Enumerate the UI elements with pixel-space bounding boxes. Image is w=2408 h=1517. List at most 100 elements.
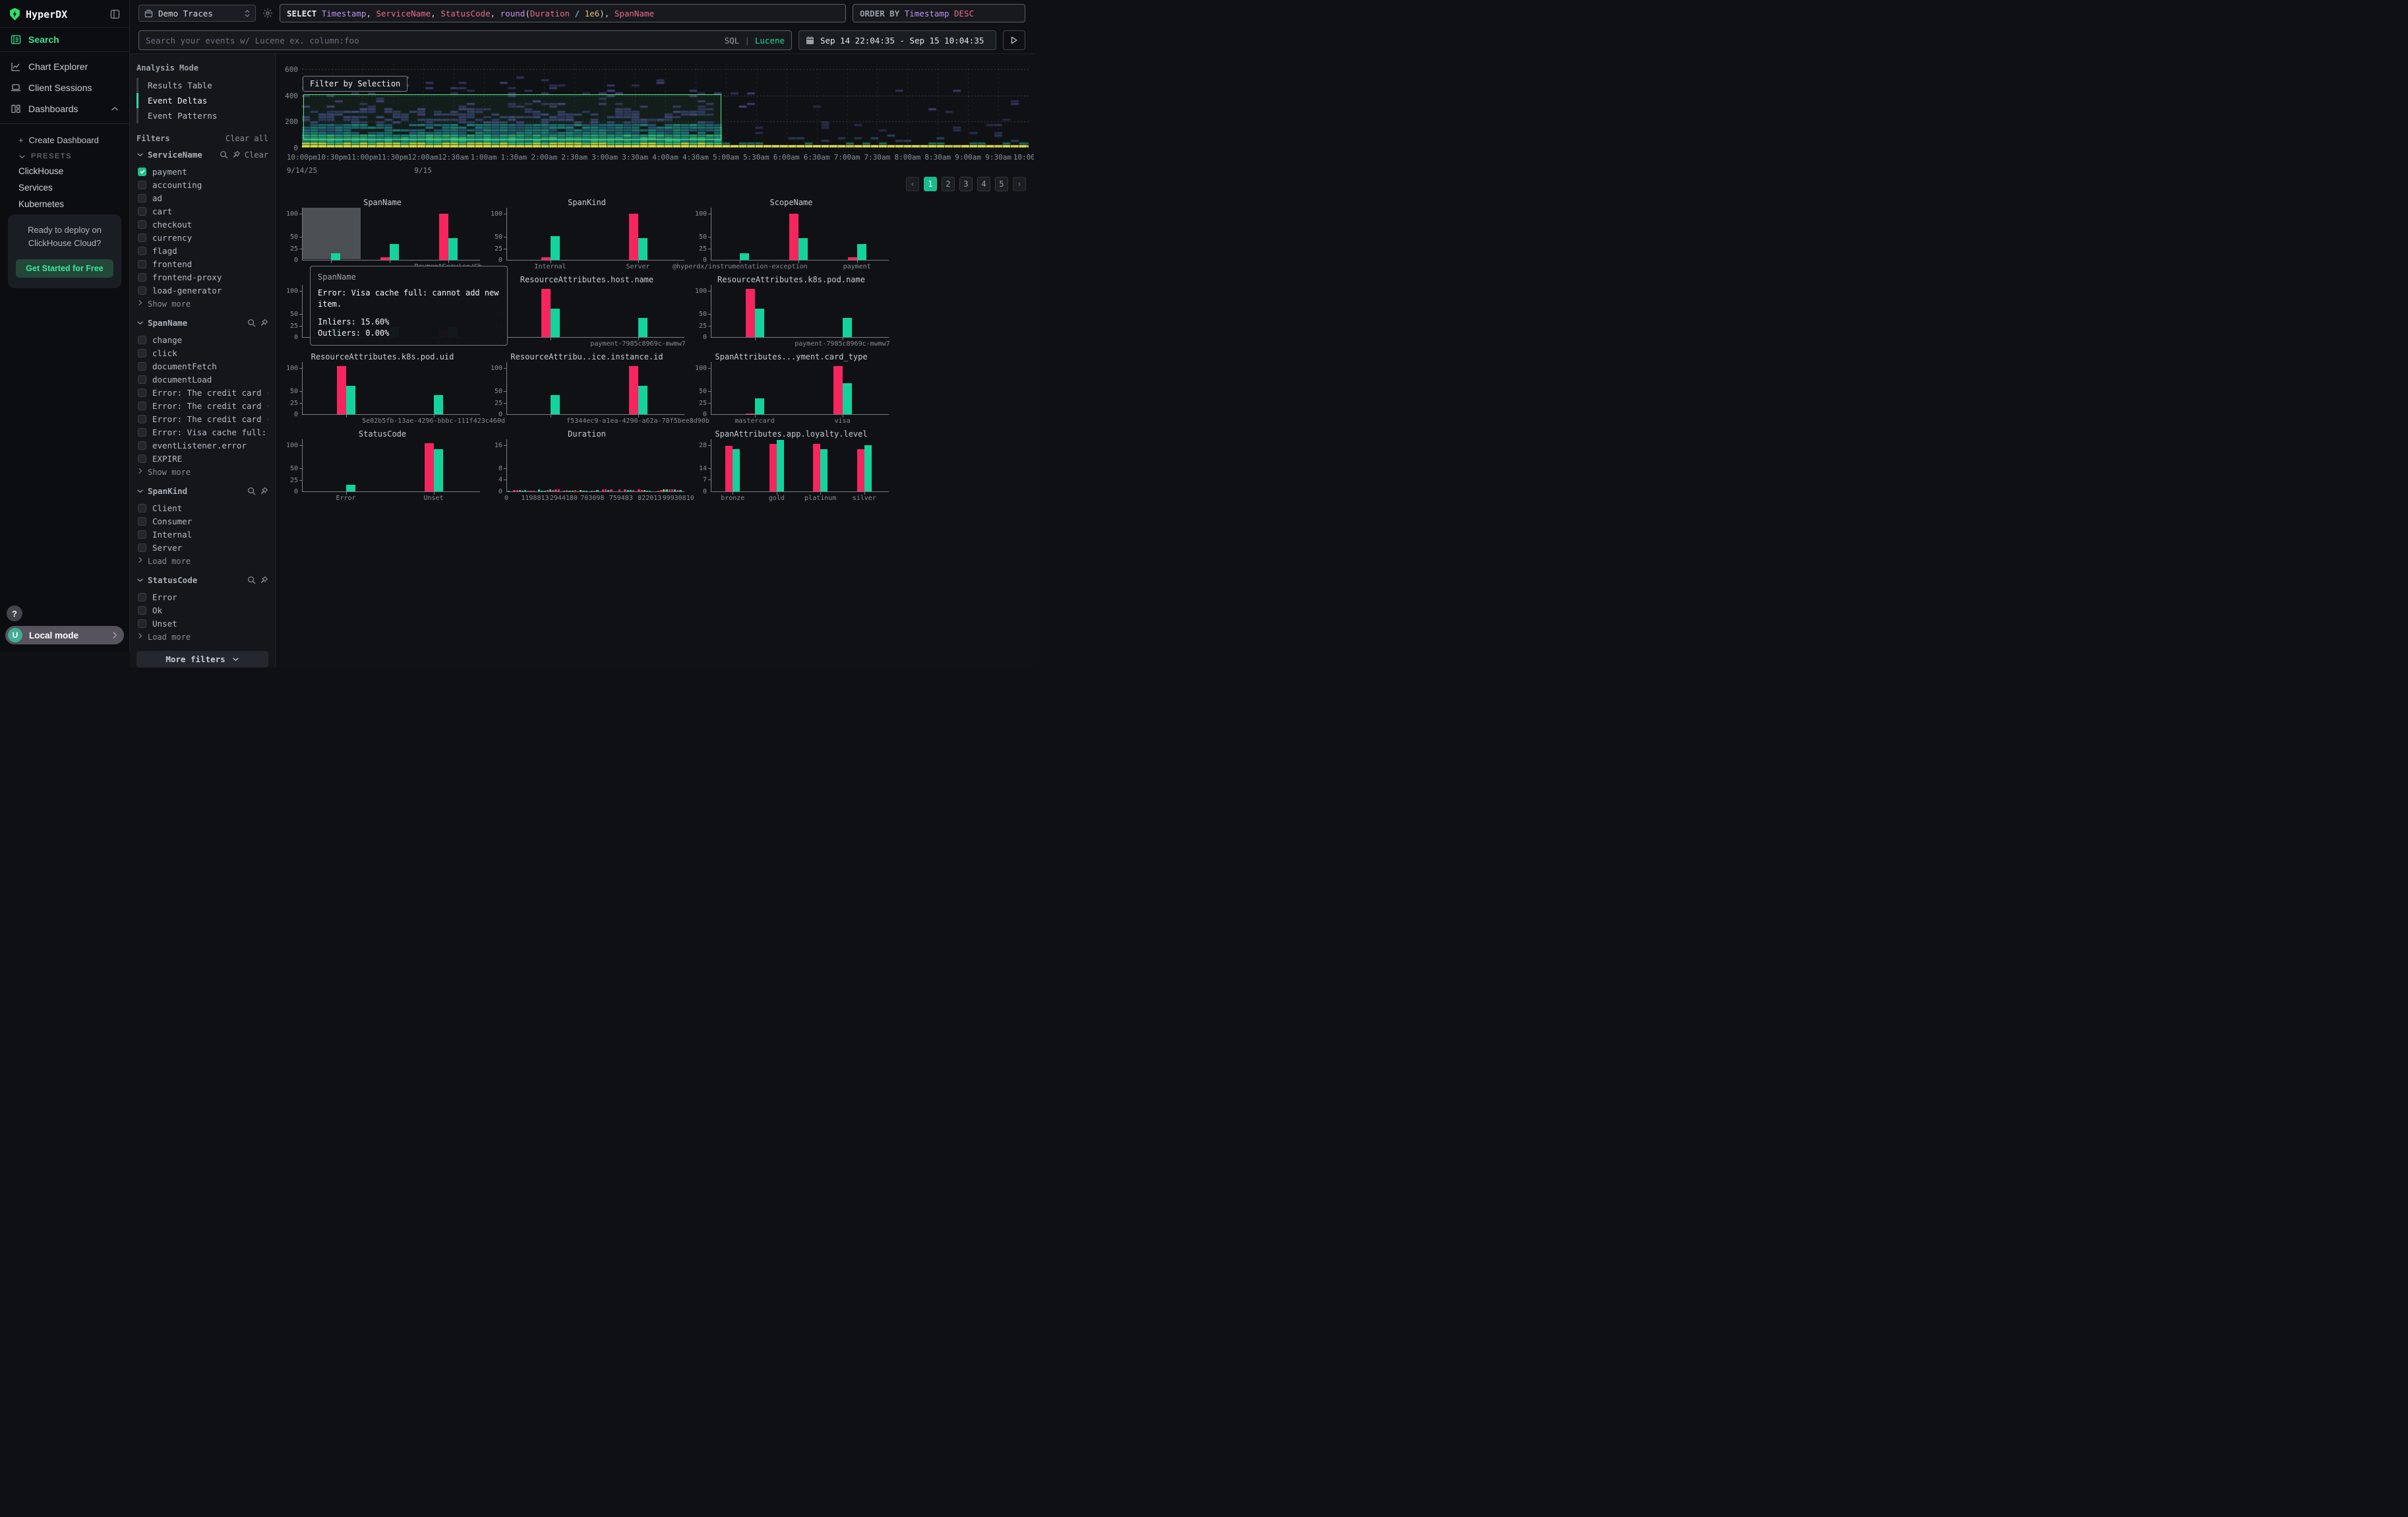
sidebar-item-dashboards[interactable]: Dashboards (0, 98, 129, 119)
filter-option-ok[interactable]: Ok (136, 604, 268, 617)
inlier-bar[interactable] (740, 253, 749, 260)
pin-icon[interactable] (232, 150, 241, 159)
histogram-strip-bar[interactable] (513, 490, 515, 491)
histogram-strip-bar[interactable] (624, 489, 626, 491)
filter-option-unset[interactable]: Unset (136, 617, 268, 630)
histogram-strip-bar[interactable] (605, 489, 607, 491)
filter-option-frontend-proxy[interactable]: frontend-proxy (136, 270, 268, 284)
checkbox[interactable] (138, 168, 146, 176)
search-icon[interactable] (247, 576, 256, 584)
filter-option-server[interactable]: Server (136, 541, 268, 554)
inlier-bar[interactable] (777, 440, 784, 491)
histogram-strip-bar[interactable] (566, 490, 568, 491)
histogram-strip-bar[interactable] (674, 489, 676, 491)
more-filters-button[interactable]: More filters (136, 651, 268, 667)
account-menu[interactable]: U Local mode (5, 626, 124, 644)
inlier-bar[interactable] (551, 395, 560, 414)
checkbox[interactable] (138, 530, 146, 539)
histogram-strip-bar[interactable] (547, 490, 549, 491)
inlier-bar[interactable] (346, 386, 355, 414)
inlier-bar[interactable] (857, 244, 866, 260)
checkbox[interactable] (138, 194, 146, 202)
histogram-strip-bar[interactable] (602, 489, 604, 491)
filter-clear-button[interactable]: Clear (245, 150, 268, 160)
create-dashboard-button[interactable]: + Create Dashboard (0, 132, 129, 148)
gear-icon[interactable] (262, 8, 273, 18)
filter-show-more-button[interactable]: Show more (136, 297, 268, 309)
filter-option-load-generator[interactable]: load-generator (136, 284, 268, 297)
filter-option-accounting[interactable]: accounting (136, 178, 268, 191)
outlier-bar[interactable] (746, 289, 755, 337)
outlier-bar[interactable] (813, 444, 820, 491)
sql-select-editor[interactable]: SELECT Timestamp, ServiceName, StatusCod… (280, 4, 846, 22)
filter-group-toggle[interactable]: ServiceName (136, 150, 216, 160)
filter-option-documentfetch[interactable]: documentFetch (136, 359, 268, 373)
filter-option-ad[interactable]: ad (136, 191, 268, 204)
checkbox[interactable] (138, 273, 146, 282)
outlier-bar[interactable] (833, 366, 843, 414)
histogram-strip-bar[interactable] (610, 489, 612, 491)
filter-load-more-button[interactable]: Load more (136, 554, 268, 566)
heatmap-selection-box[interactable] (303, 94, 721, 140)
filter-option-change[interactable]: change (136, 333, 268, 346)
analysis-mode-tab-results-table[interactable]: Results Table (136, 78, 268, 93)
pin-icon[interactable] (260, 487, 268, 495)
checkbox[interactable] (138, 349, 146, 357)
histogram-strip-bar[interactable] (663, 489, 665, 491)
filter-option-error-visa-cache-full-[interactable]: Error: Visa cache full: … (136, 425, 268, 439)
inlier-bar[interactable] (551, 236, 560, 260)
histogram-strip-bar[interactable] (618, 489, 620, 491)
inlier-bar[interactable] (733, 449, 740, 491)
outlier-bar[interactable] (439, 214, 448, 260)
histogram-strip-bar[interactable] (630, 490, 632, 491)
histogram-strip-bar[interactable] (671, 489, 673, 491)
pagination-page-3[interactable]: 3 (959, 177, 973, 191)
checkbox[interactable] (138, 415, 146, 423)
checkbox[interactable] (138, 441, 146, 450)
pin-icon[interactable] (260, 319, 268, 327)
inlier-bar[interactable] (638, 318, 647, 337)
checkbox[interactable] (138, 606, 146, 615)
search-icon[interactable] (247, 487, 256, 495)
checkbox[interactable] (138, 260, 146, 268)
pagination-page-4[interactable]: 4 (977, 177, 990, 191)
search-input[interactable] (146, 36, 719, 46)
inlier-bar[interactable] (864, 445, 872, 491)
checkbox[interactable] (138, 207, 146, 216)
histogram-strip-bar[interactable] (638, 489, 640, 491)
order-by-editor[interactable]: ORDER BY Timestamp DESC (853, 4, 1025, 22)
filter-option-eventlistener-error[interactable]: eventListener.error (136, 439, 268, 452)
histogram-strip-bar[interactable] (549, 489, 551, 491)
mode-lucene-toggle[interactable]: Lucene (755, 36, 785, 46)
sidebar-item-kubernetes[interactable]: Kubernetes (0, 196, 129, 212)
inlier-bar[interactable] (638, 386, 647, 414)
filter-option-flagd[interactable]: flagd (136, 244, 268, 257)
analysis-mode-tab-event-patterns[interactable]: Event Patterns (136, 108, 268, 123)
get-started-button[interactable]: Get Started for Free (16, 259, 113, 278)
filter-option-error-the-credit-card-[interactable]: Error: The credit card (… (136, 399, 268, 412)
pagination-next-button[interactable]: › (1013, 177, 1026, 191)
filter-group-toggle[interactable]: SpanName (136, 318, 243, 328)
histogram-strip-bar[interactable] (596, 490, 598, 491)
histogram-strip-bar[interactable] (574, 490, 576, 491)
inlier-bar[interactable] (755, 398, 764, 414)
analysis-mode-tab-event-deltas[interactable]: Event Deltas (136, 93, 268, 108)
outlier-bar[interactable] (541, 289, 551, 337)
histogram-strip-bar[interactable] (555, 489, 557, 491)
histogram-strip-bar[interactable] (677, 490, 678, 491)
histogram-strip-bar[interactable] (538, 489, 540, 491)
filter-option-click[interactable]: click (136, 346, 268, 359)
outlier-bar[interactable] (425, 443, 434, 491)
checkbox[interactable] (138, 402, 146, 410)
checkbox[interactable] (138, 233, 146, 242)
filter-option-internal[interactable]: Internal (136, 528, 268, 541)
checkbox[interactable] (138, 619, 146, 628)
filter-group-toggle[interactable]: StatusCode (136, 575, 243, 585)
histogram-strip-bar[interactable] (558, 489, 560, 491)
outlier-bar[interactable] (725, 446, 733, 491)
filter-group-toggle[interactable]: SpanKind (136, 486, 243, 496)
filter-by-selection-button[interactable]: Filter by Selection (303, 76, 407, 92)
filter-option-consumer[interactable]: Consumer (136, 514, 268, 528)
histogram-strip-bar[interactable] (644, 490, 646, 491)
filter-option-cart[interactable]: cart (136, 204, 268, 218)
